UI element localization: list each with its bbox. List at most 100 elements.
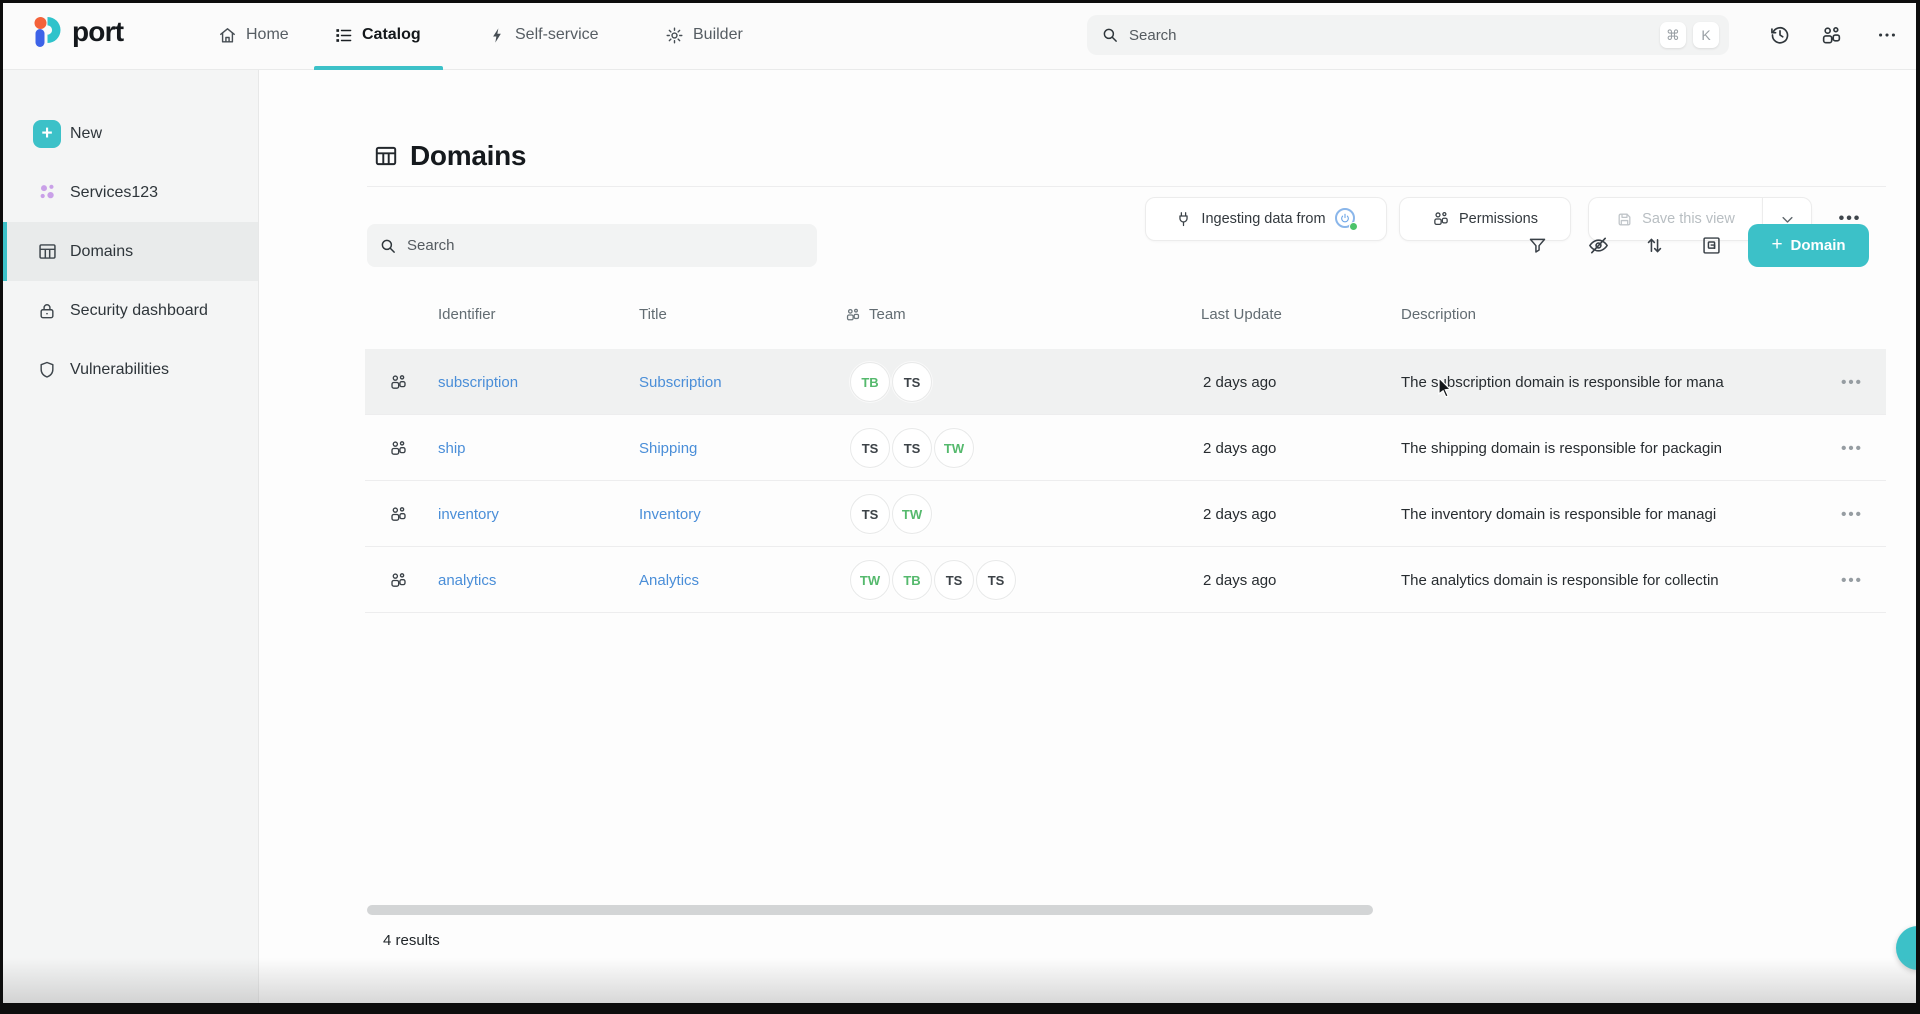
sidebar-item-services123[interactable]: Services123 [0,163,258,222]
ingesting-data-button[interactable]: Ingesting data from [1145,197,1387,241]
team-badge: TW [934,428,974,468]
tab-self-service[interactable]: Self-service [489,0,599,70]
shield-icon [36,360,58,380]
home-icon [218,26,237,45]
filter-icon[interactable] [1522,230,1552,260]
add-domain-button[interactable]: + Domain [1748,224,1869,267]
column-last-update[interactable]: Last Update [1201,280,1282,349]
tab-builder[interactable]: Builder [665,0,743,70]
sidebar-item-security-dashboard[interactable]: Security dashboard [0,281,258,340]
plug-icon [1175,211,1192,228]
identifier-link[interactable]: analytics [438,547,496,613]
table-icon [36,241,58,262]
entity-icon [389,481,408,547]
plus-square-icon: + [33,120,61,148]
team-badge: TS [850,494,890,534]
identifier-link[interactable]: subscription [438,349,518,415]
sidebar-item-vulnerabilities[interactable]: Vulnerabilities [0,340,258,399]
team-badge: TS [892,428,932,468]
page-header: Domains [373,134,526,178]
main-content: Domains Ingesting data from Permissions [259,70,1920,1004]
table-row[interactable]: subscription Subscription TBTS 2 days ag… [365,349,1886,415]
search-icon [379,237,397,255]
last-update-value: 2 days ago [1203,547,1276,613]
table-search-input[interactable] [407,237,805,254]
team-badges: TWTBTSTS [850,547,1018,613]
team-badge: TB [892,560,932,600]
brand-name: port [72,16,123,48]
lock-icon [36,301,58,321]
sidebar-item-domains[interactable]: Domains [0,222,258,281]
tab-catalog[interactable]: Catalog [334,0,421,70]
plus-icon: + [1771,235,1782,254]
add-domain-label: Domain [1791,237,1846,254]
entity-icon [389,349,408,415]
row-menu-button[interactable]: ••• [1832,349,1872,415]
permissions-label: Permissions [1459,211,1538,227]
team-badge: TW [850,560,890,600]
search-icon [1101,26,1119,44]
row-menu-button[interactable]: ••• [1832,415,1872,481]
title-link[interactable]: Inventory [639,481,701,547]
global-search-input[interactable] [1129,27,1653,44]
horizontal-scrollbar[interactable] [367,905,1373,915]
title-link[interactable]: Analytics [639,547,699,613]
table-icon [373,143,399,169]
description-value: The shipping domain is responsible for p… [1401,415,1816,481]
entity-icon [389,547,408,613]
table-row[interactable]: inventory Inventory TSTW 2 days ago The … [365,481,1886,547]
team-badge: TB [850,362,890,402]
team-icon [845,307,861,323]
sort-icon[interactable] [1639,230,1669,260]
top-navbar: port Home Catalog Self-service [0,0,1920,70]
port-logo-icon [30,14,66,50]
team-badge: TW [892,494,932,534]
entity-icon [389,415,408,481]
save-icon [1616,211,1633,228]
more-icon[interactable] [1876,24,1898,46]
column-description[interactable]: Description [1401,280,1476,349]
team-badge: TS [892,362,932,402]
description-value: The analytics domain is responsible for … [1401,547,1816,613]
eye-off-icon[interactable] [1583,230,1613,260]
screen-frame [0,0,1920,3]
row-menu-button[interactable]: ••• [1832,481,1872,547]
save-view-button[interactable]: Save this view [1588,197,1762,241]
table-search [367,224,817,267]
description-value: The inventory domain is responsible for … [1401,481,1816,547]
title-link[interactable]: Subscription [639,349,722,415]
tab-label: Catalog [362,26,421,44]
row-menu-button[interactable]: ••• [1832,547,1872,613]
last-update-value: 2 days ago [1203,481,1276,547]
identifier-link[interactable]: inventory [438,481,499,547]
sidebar-item-new[interactable]: + New [0,104,258,163]
org-icon[interactable] [1820,24,1843,47]
team-badges: TSTW [850,481,934,547]
team-badges: TSTSTW [850,415,976,481]
tab-home[interactable]: Home [218,0,289,70]
column-identifier[interactable]: Identifier [438,280,496,349]
ingesting-label: Ingesting data from [1201,211,1325,227]
save-view-label: Save this view [1642,211,1735,227]
table-row[interactable]: analytics Analytics TWTBTSTS 2 days ago … [365,547,1886,613]
team-badge: TS [934,560,974,600]
team-badge: TS [850,428,890,468]
column-title[interactable]: Title [639,280,667,349]
catalog-icon [334,26,353,45]
last-update-value: 2 days ago [1203,415,1276,481]
table-body: subscription Subscription TBTS 2 days ag… [365,349,1886,613]
services-icon [36,182,58,203]
header-divider [367,186,1886,187]
tab-label: Self-service [515,26,599,44]
identifier-link[interactable]: ship [438,415,466,481]
global-search: ⌘ K [1087,15,1729,55]
k-key: K [1693,22,1719,48]
group-by-icon[interactable] [1696,230,1726,260]
port-logo[interactable]: port [30,14,123,50]
history-icon[interactable] [1769,24,1791,46]
title-link[interactable]: Shipping [639,415,697,481]
column-team[interactable]: Team [845,280,906,349]
table-row[interactable]: ship Shipping TSTSTW 2 days ago The ship… [365,415,1886,481]
status-dot [1349,222,1358,231]
tab-label: Home [246,26,289,44]
